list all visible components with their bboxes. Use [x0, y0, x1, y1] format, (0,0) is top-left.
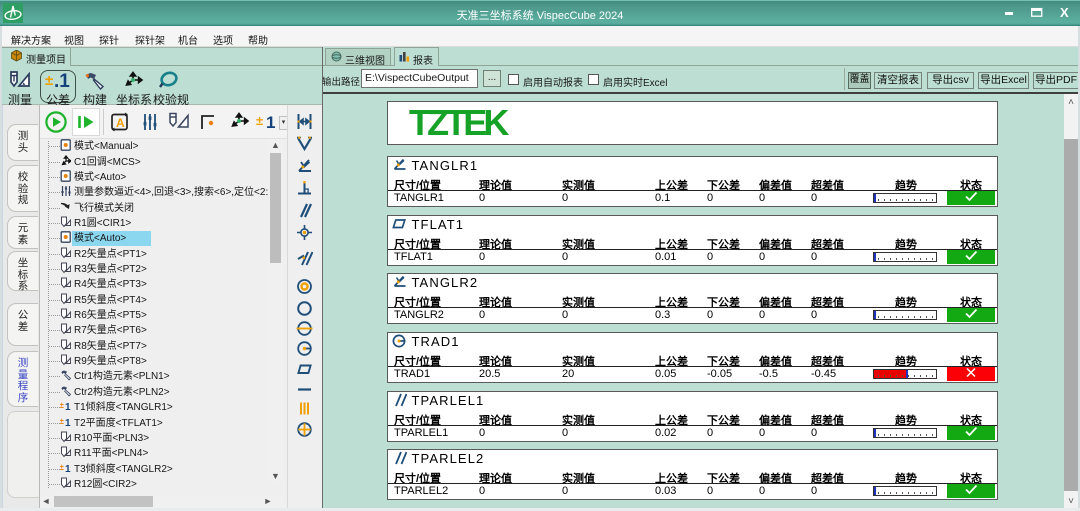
svg-text:1: 1	[65, 418, 71, 428]
svg-text:±: ±	[256, 113, 263, 128]
svg-text:±: ±	[60, 401, 65, 410]
svg-text:1: 1	[65, 402, 71, 412]
svg-text:1: 1	[65, 464, 71, 474]
svg-text:A: A	[116, 116, 125, 130]
svg-text:±: ±	[45, 72, 53, 89]
svg-text:.1: .1	[54, 71, 70, 90]
svg-text:±: ±	[60, 417, 65, 426]
svg-text:±: ±	[60, 463, 65, 472]
svg-text:1: 1	[266, 113, 275, 131]
